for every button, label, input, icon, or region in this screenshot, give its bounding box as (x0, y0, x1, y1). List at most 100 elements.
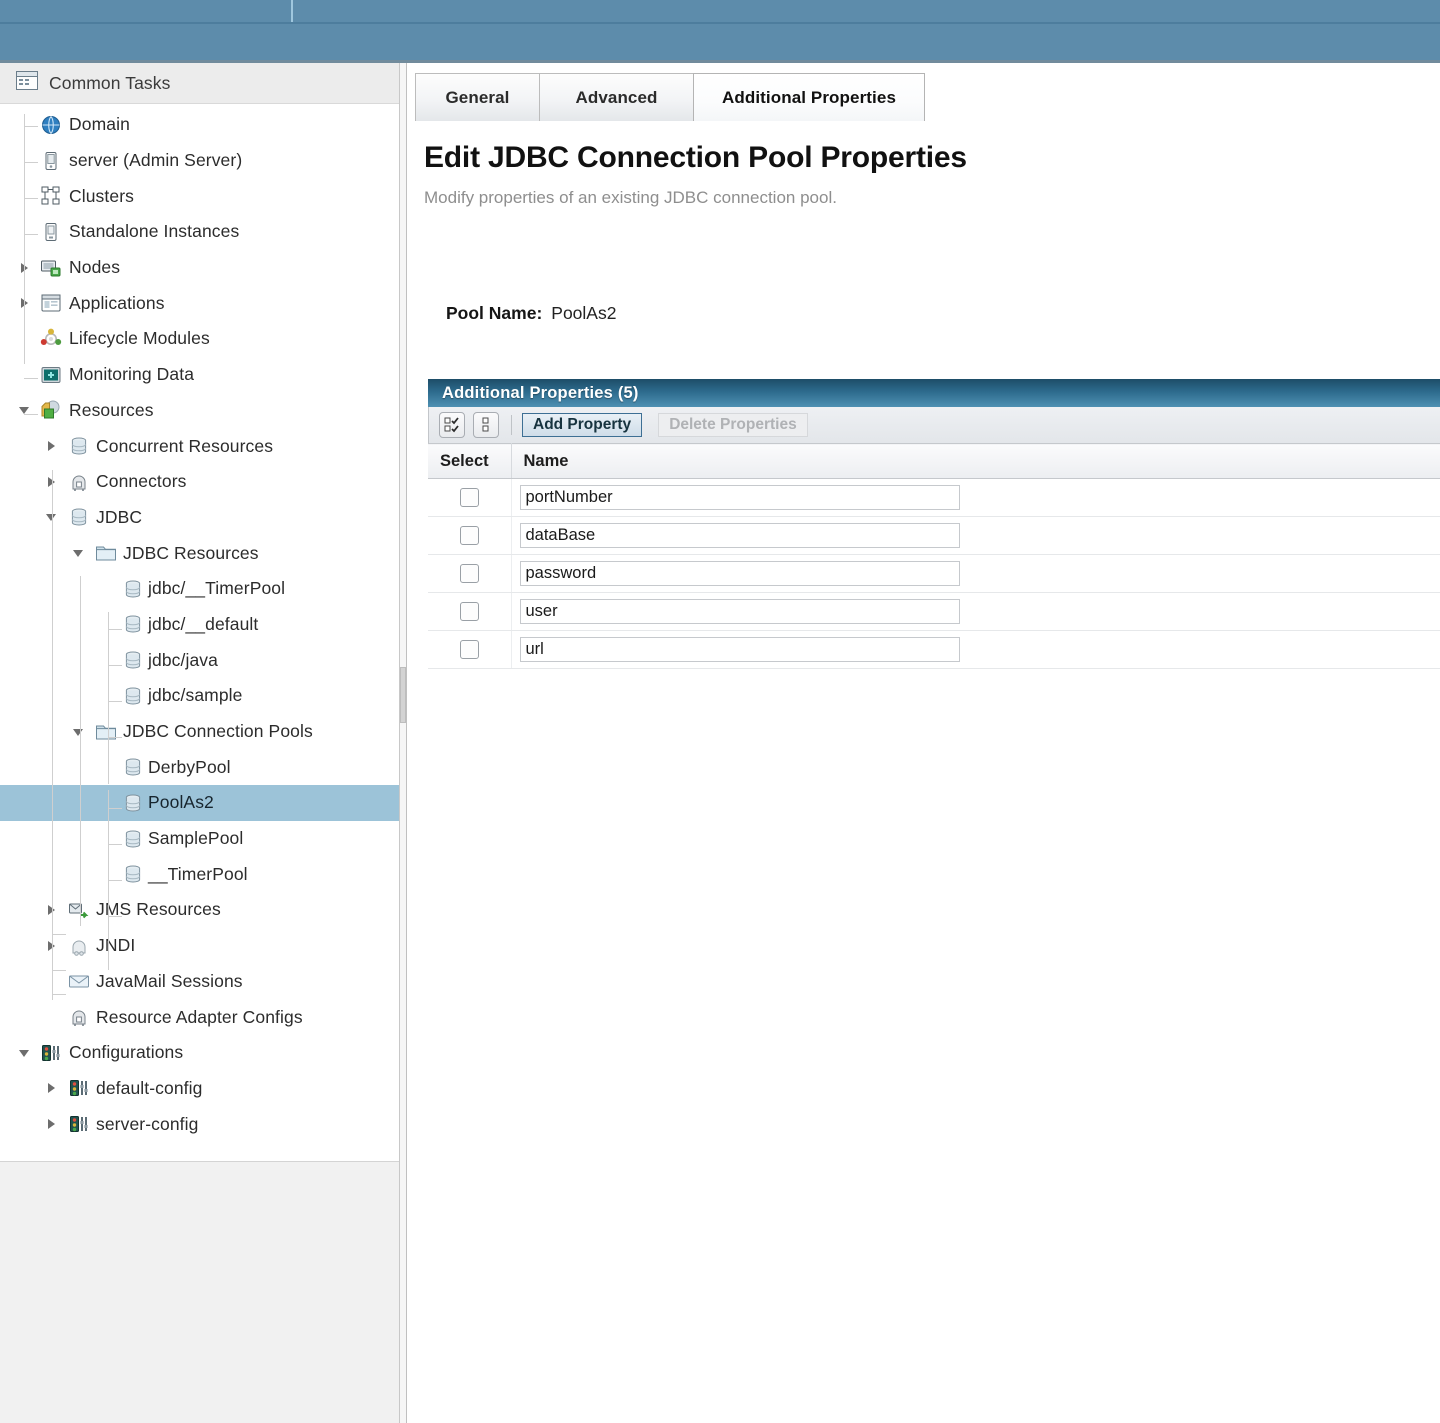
top-banner (0, 0, 1440, 63)
tree-item-configurations[interactable]: Configurations (0, 1035, 400, 1071)
tree-item-jdbc-connection-pools[interactable]: JDBC Connection Pools (0, 714, 400, 750)
tree-item-jdbc[interactable]: JDBC (0, 500, 400, 536)
tree-item-samplepool[interactable]: SamplePool (0, 821, 400, 857)
sidebar-tree-panel: Common Tasks Domain server (Admin Server)… (0, 63, 400, 1162)
chevron-right-icon[interactable] (45, 1080, 61, 1096)
tree-item-poolas2[interactable]: PoolAs2 (0, 785, 400, 821)
chevron-down-icon[interactable] (72, 545, 88, 561)
tree-item-timerpool[interactable]: __TimerPool (0, 856, 400, 892)
common-tasks-header[interactable]: Common Tasks (0, 63, 400, 104)
chevron-down-icon[interactable] (18, 1045, 34, 1061)
tab-general[interactable]: General (415, 73, 540, 121)
add-property-button[interactable]: Add Property (522, 413, 643, 437)
tree-item-connectors[interactable]: Connectors (0, 464, 400, 500)
tree-connector-line (108, 665, 122, 666)
tree-item-label: default-config (96, 1077, 203, 1098)
navigation-tree: Domain server (Admin Server) Clusters Stand… (0, 104, 400, 1142)
delete-properties-button: Delete Properties (658, 413, 808, 437)
row-checkbox[interactable] (459, 602, 479, 621)
tree-connector-line (24, 162, 38, 163)
tree-item-label: Domain (69, 114, 130, 135)
tree-item-label: JavaMail Sessions (96, 970, 243, 991)
chevron-right-icon[interactable] (18, 260, 34, 276)
chevron-right-icon[interactable] (45, 474, 61, 490)
column-header-name[interactable]: Name (511, 443, 1440, 479)
database-icon (68, 435, 90, 457)
tab-strip: General Advanced Additional Properties (408, 63, 1440, 121)
tree-item-jdbc-default[interactable]: jdbc/__default (0, 607, 400, 643)
server-icon (40, 150, 62, 172)
tree-item-default-config[interactable]: default-config (0, 1071, 400, 1107)
config-icon (68, 1077, 90, 1099)
property-name-input[interactable] (519, 637, 960, 662)
chevron-down-icon[interactable] (45, 509, 61, 525)
database-icon (122, 828, 144, 850)
tree-connector-line (52, 470, 53, 1000)
tree-item-jdbc-timerpool[interactable]: jdbc/__TimerPool (0, 571, 400, 607)
table-row (428, 592, 1440, 631)
application-window: Common Tasks Domain server (Admin Server)… (0, 0, 1440, 1423)
tree-item-server-admin-server[interactable]: server (Admin Server) (0, 143, 400, 179)
tree-item-jdbc-resources[interactable]: JDBC Resources (0, 535, 400, 571)
config-icon (68, 1113, 90, 1135)
chevron-right-icon[interactable] (45, 438, 61, 454)
main-content: General Advanced Additional Properties Edi… (408, 63, 1440, 1423)
chevron-down-icon[interactable] (18, 402, 34, 418)
tree-item-label: JDBC Resources (123, 542, 259, 563)
tab-advanced[interactable]: Advanced (539, 73, 694, 121)
tree-connector-line (108, 612, 109, 784)
row-checkbox[interactable] (459, 488, 479, 507)
sidebar-scrollbar-thumb[interactable] (400, 667, 406, 723)
property-name-input[interactable] (519, 561, 960, 586)
window-icon (16, 71, 38, 95)
tree-item-standalone-instances[interactable]: Standalone Instances (0, 214, 400, 250)
deselect-all-icon[interactable] (473, 412, 499, 438)
tree-item-jms-resources[interactable]: JMS Resources (0, 892, 400, 928)
tree-item-label: Lifecycle Modules (69, 328, 210, 349)
tree-item-jdbc-sample[interactable]: jdbc/sample (0, 678, 400, 714)
tree-connector-line (108, 880, 122, 881)
property-name-input[interactable] (519, 485, 960, 510)
property-name-input[interactable] (519, 523, 960, 548)
chevron-right-icon[interactable] (18, 295, 34, 311)
monitor-icon (40, 364, 62, 386)
tree-connector-line (108, 629, 122, 630)
row-checkbox[interactable] (459, 640, 479, 659)
row-checkbox[interactable] (459, 526, 479, 545)
tree-item-server-config[interactable]: server-config (0, 1106, 400, 1142)
tab-additional-properties[interactable]: Additional Properties (693, 73, 925, 121)
select-all-icon[interactable] (439, 412, 465, 438)
pool-name-row: Pool Name: PoolAs2 (446, 303, 616, 324)
tree-item-label: Nodes (69, 257, 121, 278)
property-name-input[interactable] (519, 599, 960, 624)
chevron-right-icon[interactable] (45, 902, 61, 918)
tree-item-resource-adapter-configs[interactable]: Resource Adapter Configs (0, 999, 400, 1035)
jms-icon (68, 899, 90, 921)
chevron-right-icon[interactable] (45, 1116, 61, 1132)
sidebar-scrollbar[interactable] (399, 63, 407, 1423)
tree-item-nodes[interactable]: Nodes (0, 250, 400, 286)
row-select-cell (428, 516, 512, 555)
tree-item-domain[interactable]: Domain (0, 107, 400, 143)
tree-item-concurrent-resources[interactable]: Concurrent Resources (0, 428, 400, 464)
database-icon (122, 756, 144, 778)
tree-item-applications[interactable]: Applications (0, 285, 400, 321)
tree-item-resources[interactable]: Resources (0, 393, 400, 429)
page-title: Edit JDBC Connection Pool Properties (424, 141, 967, 174)
tree-item-jdbc-java[interactable]: jdbc/java (0, 642, 400, 678)
pool-name-value: PoolAs2 (551, 303, 617, 323)
column-header-select[interactable]: Select (428, 443, 512, 479)
tree-connector-line (80, 576, 81, 926)
tree-item-lifecycle-modules[interactable]: Lifecycle Modules (0, 321, 400, 357)
tree-item-label: __TimerPool (148, 863, 248, 884)
tree-item-derbypool[interactable]: DerbyPool (0, 749, 400, 785)
tree-item-clusters[interactable]: Clusters (0, 178, 400, 214)
tree-connector-line (52, 970, 66, 971)
chevron-right-icon[interactable] (45, 938, 61, 954)
tree-item-label: Standalone Instances (69, 221, 240, 242)
tree-item-label: server (Admin Server) (69, 150, 243, 171)
tree-item-label: DerbyPool (148, 756, 231, 777)
globe-icon (40, 114, 62, 136)
row-checkbox[interactable] (459, 564, 479, 583)
tree-item-monitoring-data[interactable]: Monitoring Data (0, 357, 400, 393)
